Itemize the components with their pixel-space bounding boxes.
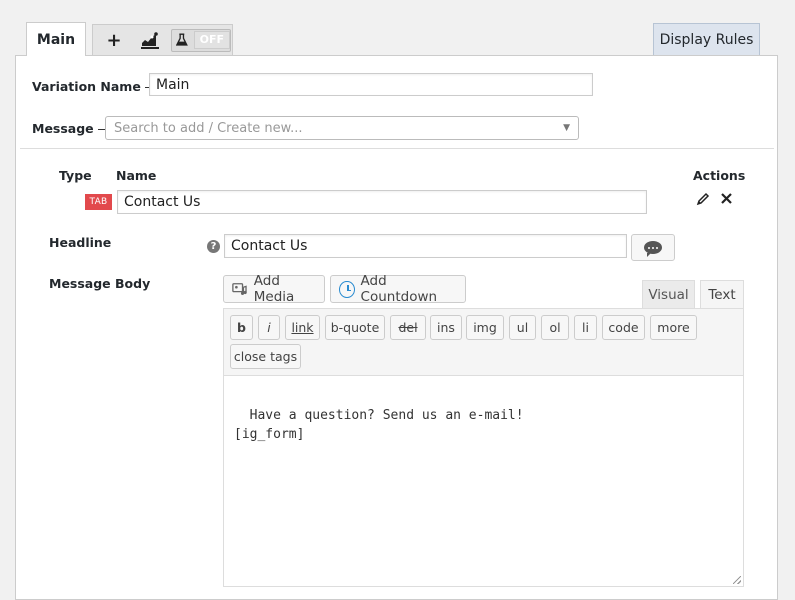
clock-icon [339, 280, 355, 298]
qt-del-button[interactable]: del [390, 315, 426, 340]
flask-icon [176, 33, 188, 46]
ab-test-toggle[interactable]: OFF [171, 28, 231, 52]
tab-visual[interactable]: Visual [642, 280, 695, 308]
headline-label: Headline [49, 235, 112, 250]
name-column-header: Name [116, 168, 157, 183]
message-body-label: Message Body [49, 276, 151, 291]
speech-bubble-icon [644, 241, 662, 257]
add-media-button[interactable]: Add Media [223, 273, 325, 305]
message-select-placeholder: Search to add / Create new... [114, 120, 303, 136]
qt-ins-button[interactable]: ins [430, 315, 462, 340]
chart-icon [141, 32, 159, 49]
message-body-content: Have a question? Send us an e-mail! [ig_… [234, 408, 524, 442]
tab-main[interactable]: Main [26, 22, 86, 56]
variation-name-label: Variation Name [32, 79, 158, 94]
message-name-input[interactable]: Contact Us [117, 190, 647, 214]
section-divider [20, 148, 774, 149]
actions-column-header: Actions [693, 168, 746, 183]
headline-input[interactable]: Contact Us [224, 234, 627, 258]
toggle-state-label: OFF [193, 31, 230, 49]
qt-code-button[interactable]: code [602, 315, 645, 340]
variation-tools-tab: + OFF [92, 24, 233, 55]
qt-close-tags-button[interactable]: close tags [230, 344, 301, 369]
variation-name-input[interactable]: Main [149, 73, 593, 96]
type-badge: TAB [85, 194, 112, 210]
message-select[interactable]: Search to add / Create new... ▼ [105, 116, 579, 140]
type-column-header: Type [59, 168, 92, 183]
tab-text[interactable]: Text [700, 280, 744, 308]
qt-ul-button[interactable]: ul [509, 315, 536, 340]
tab-display-rules[interactable]: Display Rules [653, 23, 760, 55]
analytics-button[interactable] [135, 28, 165, 52]
resize-handle-icon[interactable] [733, 576, 741, 584]
qt-img-button[interactable]: img [466, 315, 504, 340]
message-label: Message [32, 121, 111, 136]
add-variation-button[interactable]: + [99, 28, 129, 52]
qt-blockquote-button[interactable]: b-quote [325, 315, 385, 340]
quicktags-toolbar: b i link b-quote del ins img ul ol li co… [223, 308, 744, 376]
add-countdown-label: Add Countdown [360, 273, 438, 305]
qt-italic-button[interactable]: i [258, 315, 280, 340]
delete-icon[interactable] [720, 191, 733, 209]
qt-li-button[interactable]: li [574, 315, 597, 340]
edit-icon[interactable] [696, 192, 710, 210]
chevron-down-icon: ▼ [563, 123, 570, 133]
help-icon[interactable]: ? [207, 240, 220, 253]
add-media-label: Add Media [253, 273, 295, 305]
message-body-textarea[interactable]: Have a question? Send us an e-mail! [ig_… [223, 376, 744, 587]
media-icon [232, 283, 247, 295]
qt-bold-button[interactable]: b [230, 315, 253, 340]
qt-ol-button[interactable]: ol [541, 315, 569, 340]
qt-more-button[interactable]: more [650, 315, 697, 340]
headline-style-button[interactable] [631, 234, 675, 261]
add-countdown-button[interactable]: Add Countdown [330, 273, 466, 305]
qt-link-button[interactable]: link [285, 315, 320, 340]
